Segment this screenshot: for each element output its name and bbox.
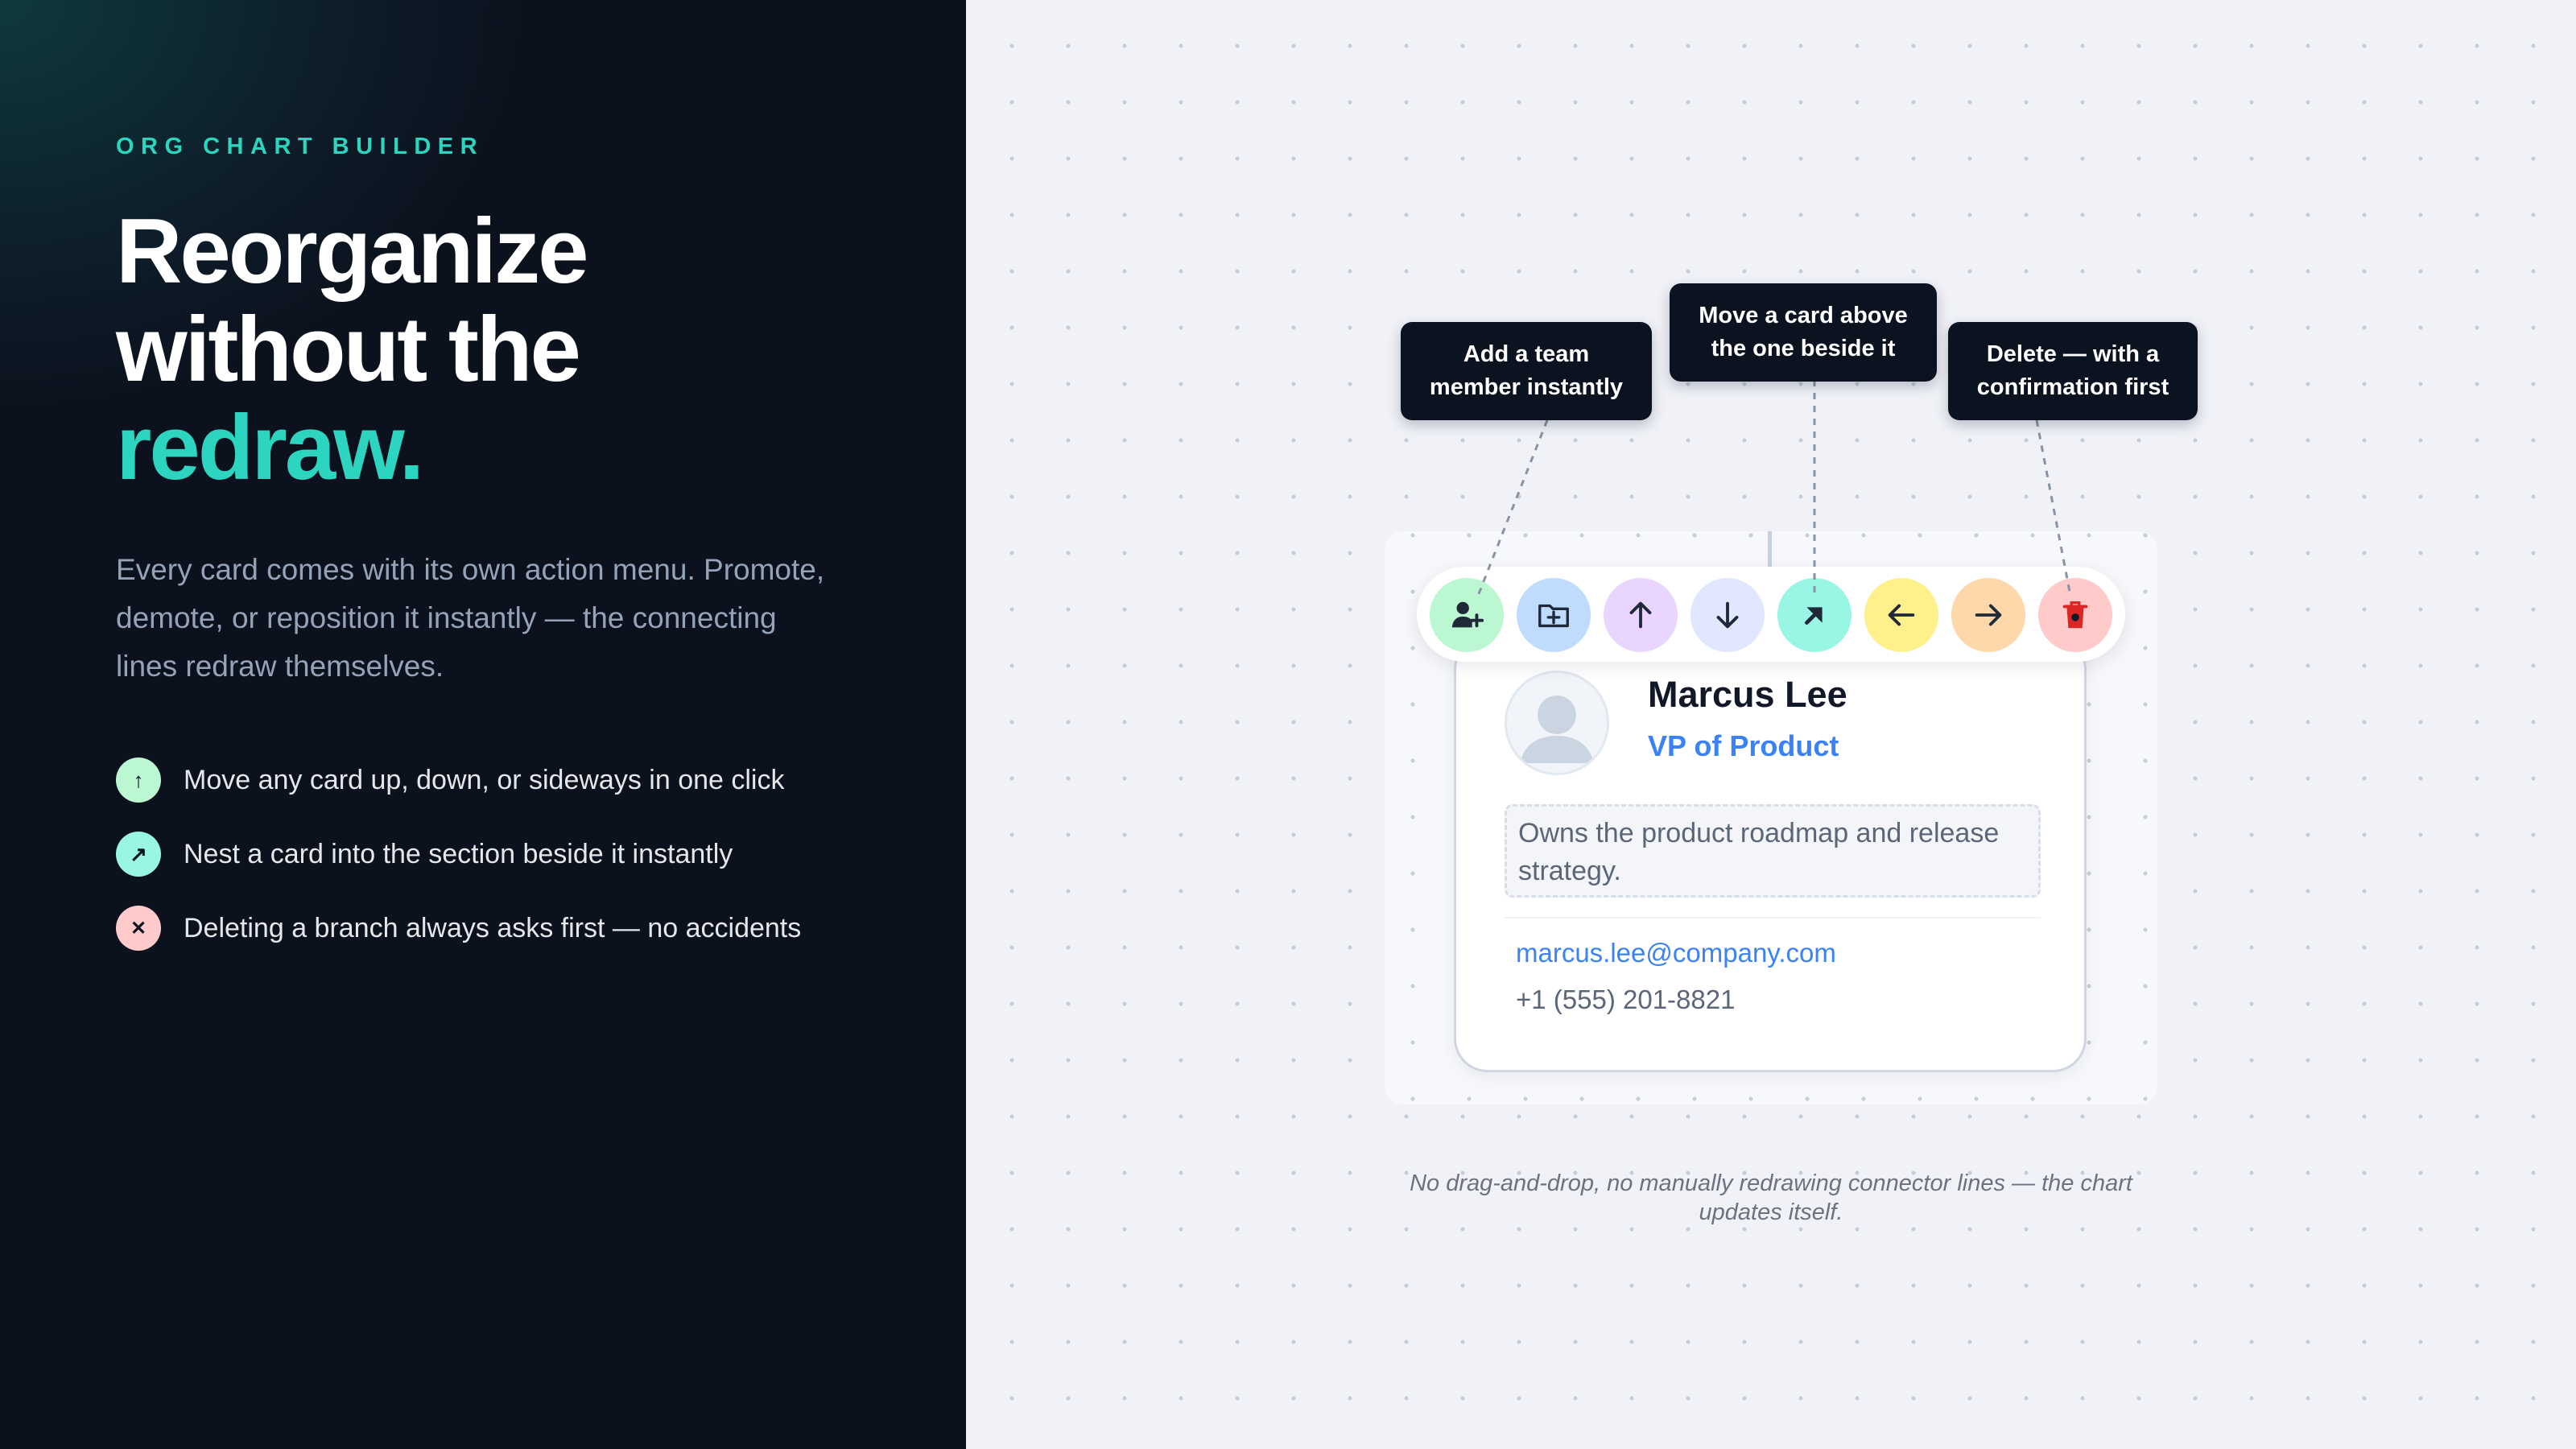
tooltip-line: Delete — with a [1986, 341, 2160, 367]
tooltip-line: the one beside it [1711, 336, 1896, 361]
footnote-caption: No drag-and-drop, no manually redrawing … [1410, 1170, 2132, 1225]
tooltip-line: Add a team [1463, 341, 1590, 367]
tooltip-connectors [1476, 380, 2072, 597]
tooltip-line: confirmation first [1976, 374, 2169, 400]
tooltip-move-above: Move a card above the one beside it [1670, 283, 1937, 382]
tooltip-add-member: Add a team member instantly [1401, 322, 1652, 420]
tooltip-delete: Delete — with a confirmation first [1948, 322, 2198, 420]
tooltip-line: Move a card above [1699, 303, 1908, 328]
tooltip-line: member instantly [1429, 374, 1624, 400]
